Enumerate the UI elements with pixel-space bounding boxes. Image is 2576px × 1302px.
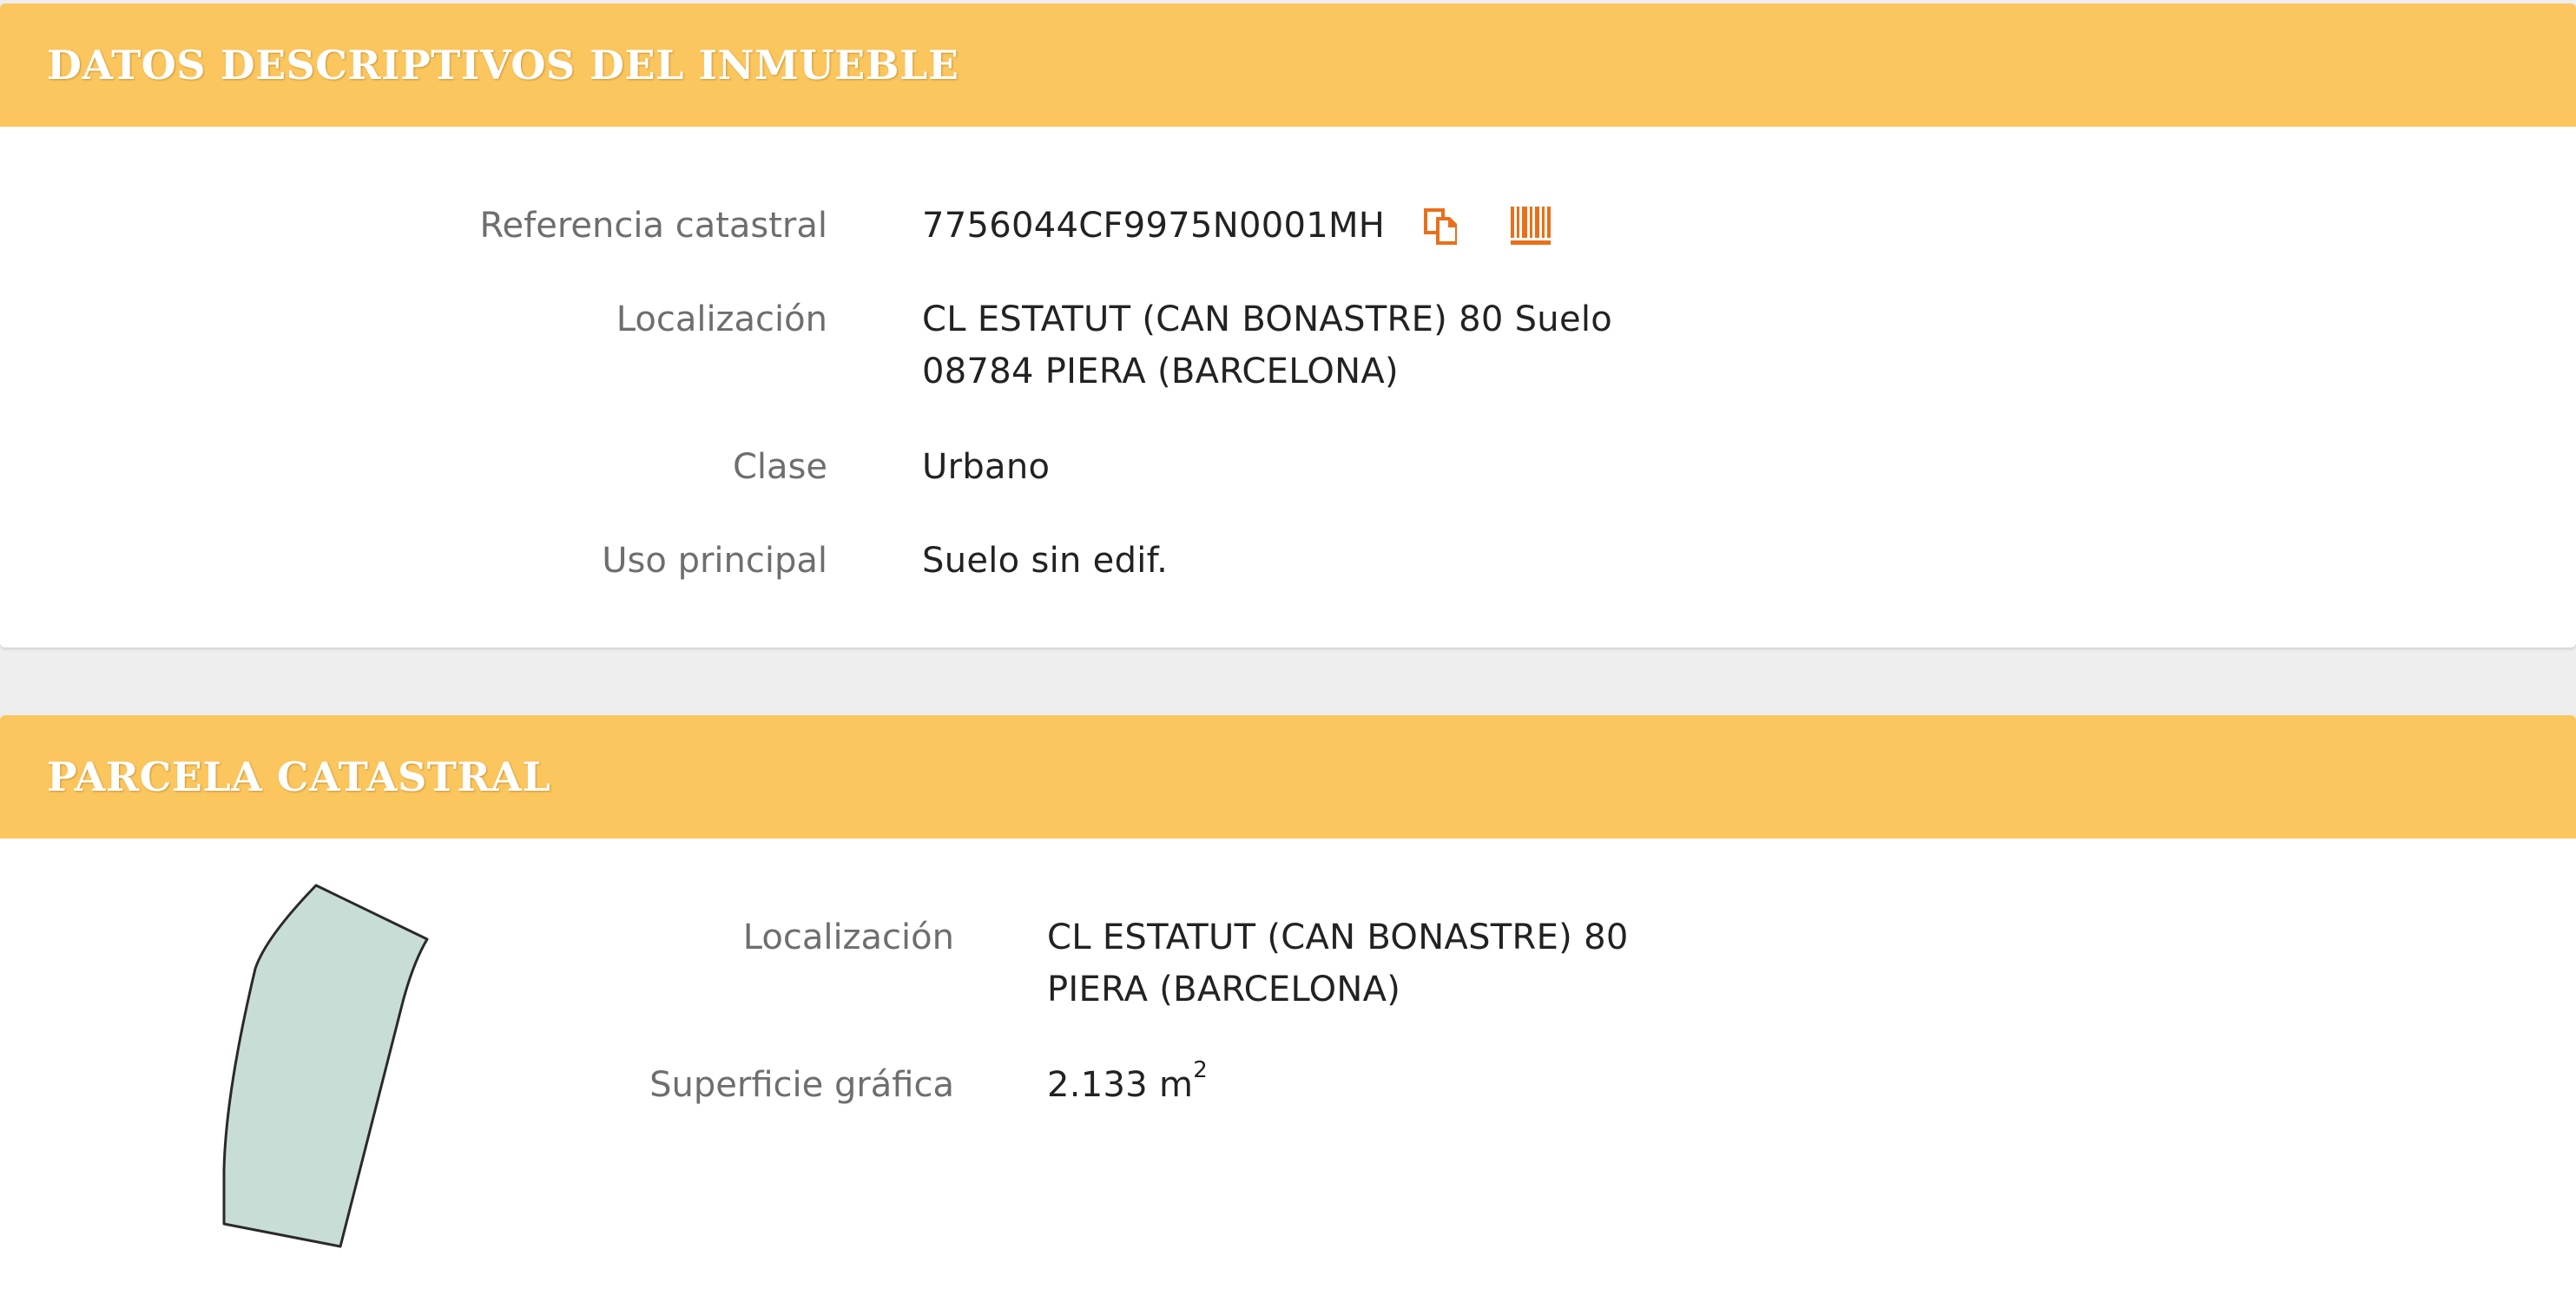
localizacion-value-line2: 08784 PIERA (BARCELONA)	[922, 352, 1399, 391]
parcela-localizacion-value-line2: PIERA (BARCELONA)	[1047, 970, 1401, 1009]
copy-icon[interactable]	[1422, 207, 1460, 250]
referencia-value[interactable]: 7756044CF9975N0001MH	[922, 200, 1385, 252]
barcode-icon[interactable]	[1511, 207, 1551, 248]
parcel-shape[interactable]	[208, 880, 451, 1279]
parcela-catastral-panel: PARCELA CATASTRAL Localización CL ESTATU…	[0, 715, 2576, 1302]
parcela-panel-header: PARCELA CATASTRAL	[0, 715, 2576, 838]
superficie-unit-exponent: 2	[1193, 1056, 1209, 1083]
referencia-label: Referencia catastral	[479, 206, 827, 246]
parcela-localizacion-value-line1: CL ESTATUT (CAN BONASTRE) 80	[1047, 917, 1629, 957]
localizacion-label: Localización	[616, 299, 827, 339]
parcela-localizacion-label: Localización	[742, 917, 954, 957]
localizacion-value-line1: CL ESTATUT (CAN BONASTRE) 80 Suelo	[922, 299, 1613, 339]
superficie-label: Superficie gráfica	[649, 1065, 954, 1105]
datos-panel-header: DATOS DESCRIPTIVOS DEL INMUEBLE	[0, 3, 2576, 127]
clase-value: Urbano	[922, 447, 1051, 487]
superficie-number: 2.133 m	[1047, 1065, 1194, 1105]
uso-principal-label: Uso principal	[602, 541, 827, 581]
clase-label: Clase	[732, 447, 827, 487]
uso-principal-value: Suelo sin edif.	[922, 541, 1169, 581]
datos-descriptivos-panel: DATOS DESCRIPTIVOS DEL INMUEBLE Referenc…	[0, 3, 2576, 648]
superficie-value: 2.133 m2	[1047, 1059, 1208, 1111]
parcela-panel-title: PARCELA CATASTRAL	[47, 753, 551, 800]
datos-panel-title: DATOS DESCRIPTIVOS DEL INMUEBLE	[47, 42, 959, 89]
